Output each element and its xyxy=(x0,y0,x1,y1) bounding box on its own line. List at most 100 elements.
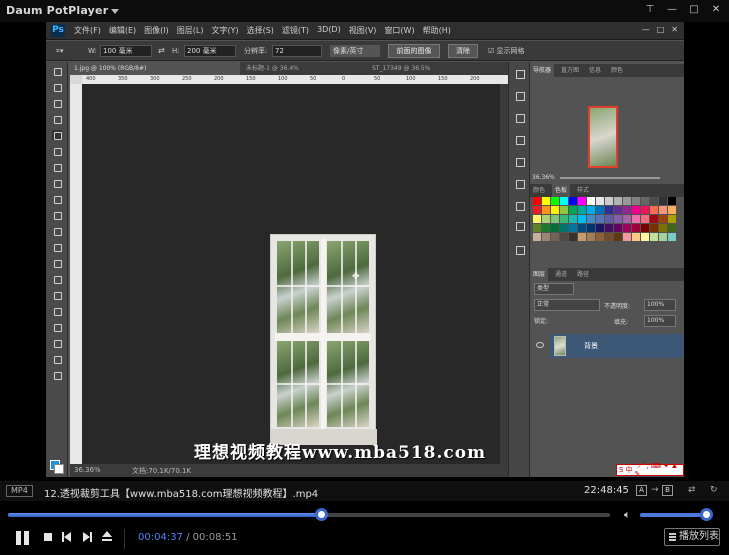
ruler-tick: 300 xyxy=(150,76,160,82)
swap-icon[interactable]: ⇄ xyxy=(688,485,696,495)
close-icon[interactable]: ✕ xyxy=(709,3,723,17)
color-swatch xyxy=(668,224,676,232)
playlist-icon xyxy=(669,533,676,541)
color-swatch xyxy=(614,233,622,241)
stop-icon[interactable] xyxy=(44,533,52,541)
window-grille xyxy=(291,241,293,427)
resolution-field: 72 xyxy=(272,45,322,57)
ruler-tick: 100 xyxy=(406,76,416,82)
seek-area: 🔈︎ xyxy=(0,503,729,523)
eye-icon xyxy=(536,342,544,348)
window-controls: ⊤ — □ ✕ xyxy=(643,3,723,17)
color-swatch xyxy=(560,206,568,214)
ps-canvas: ✥ xyxy=(82,84,500,464)
player-controls: 00:04:37 / 00:08:51 播放列表 xyxy=(0,523,729,555)
color-swatch xyxy=(533,233,541,241)
window-photo xyxy=(270,234,377,445)
width-label: W: xyxy=(88,47,97,55)
pin-icon[interactable]: ⊤ xyxy=(643,3,657,17)
player-info-bar: MP4 12.透视裁剪工具【www.mba518.com理想视频教程】.mp4 … xyxy=(0,481,729,501)
status-zoom: 36.36% xyxy=(74,466,101,474)
ruler-tick: 350 xyxy=(118,76,128,82)
color-swatch xyxy=(659,197,667,205)
navigator-zoom-slider xyxy=(560,177,660,179)
next-icon[interactable] xyxy=(82,532,92,542)
color-swatch xyxy=(542,224,550,232)
color-swatch xyxy=(623,224,631,232)
ps-document-tabs: 1.jpg @ 100% (RGB/8#) 未标题-1 @ 36.4% ST_1… xyxy=(70,62,508,75)
color-swatch xyxy=(614,197,622,205)
ps-logo: Ps xyxy=(51,24,65,37)
player-title-bar[interactable]: Daum PotPlayer ⊤ — □ ✕ xyxy=(0,0,729,22)
crop-tool-icon xyxy=(52,130,62,140)
lock-label: 锁定: xyxy=(534,318,549,325)
color-swatch xyxy=(533,197,541,205)
repeat-icon[interactable]: ↻ xyxy=(710,485,718,495)
crop-tool-icon: ⌗▾ xyxy=(56,47,64,55)
color-swatch xyxy=(542,206,550,214)
color-swatch xyxy=(650,233,658,241)
ps-panel-icon-strip xyxy=(508,62,530,477)
eject-icon[interactable] xyxy=(102,531,112,543)
tab-paths: 路径 xyxy=(577,271,590,278)
playlist-label: 播放列表 xyxy=(679,531,719,542)
maximize-icon[interactable]: □ xyxy=(687,3,701,17)
video-frame[interactable]: Ps 文件(F) 编辑(E) 图像(I) 图层(L) 文字(Y) 选择(S) 滤… xyxy=(46,22,684,477)
swap-icon: ⇄ xyxy=(158,46,165,55)
playlist-button[interactable]: 播放列表 xyxy=(664,528,720,546)
color-swatch xyxy=(578,206,586,214)
resolution-label: 分辨率: xyxy=(244,47,268,55)
navigator-tabs: 导航器 直方图 信息 颜色 xyxy=(530,64,684,77)
window-pane xyxy=(327,241,369,333)
seek-handle[interactable] xyxy=(315,508,329,521)
color-swatch xyxy=(641,206,649,214)
ab-repeat-a-button[interactable]: A xyxy=(636,485,647,496)
color-swatch xyxy=(533,215,541,223)
tab-navigator: 导航器 xyxy=(530,64,555,77)
color-swatch xyxy=(650,197,658,205)
cursor-icon: ✥ xyxy=(352,272,360,282)
color-swatch xyxy=(632,233,640,241)
volume-handle[interactable] xyxy=(700,508,714,521)
brush-preset-icon xyxy=(516,158,525,167)
previous-icon[interactable] xyxy=(62,532,72,542)
tab-info: 信息 xyxy=(589,67,602,74)
ps-menu-3d: 3D(D) xyxy=(317,25,341,34)
player-menu-button[interactable]: Daum PotPlayer xyxy=(6,4,120,17)
layer-item-background: 背景 xyxy=(550,334,684,358)
color-swatch xyxy=(632,224,640,232)
tab-styles: 样式 xyxy=(577,187,590,194)
tab-layers: 图层 xyxy=(530,268,549,281)
color-swatch xyxy=(551,215,559,223)
pause-icon[interactable] xyxy=(14,529,32,547)
ps-minimize-icon: — xyxy=(641,25,650,34)
volume-icon[interactable]: 🔈︎ xyxy=(624,508,631,522)
color-swatch xyxy=(578,197,586,205)
ruler-tick: 100 xyxy=(278,76,288,82)
fill-label: 填充: xyxy=(614,319,629,326)
color-swatch xyxy=(533,206,541,214)
color-swatch xyxy=(641,197,649,205)
play-action-icon xyxy=(516,92,525,101)
ime-toolbar: S 中 ☽ °, ⌨ ✦ ♟ ✎ xyxy=(616,462,684,477)
minimize-icon[interactable]: — xyxy=(665,3,679,17)
color-swatch xyxy=(614,206,622,214)
ab-repeat-b-button[interactable]: B xyxy=(662,485,673,496)
color-swatch xyxy=(587,224,595,232)
file-name: 12.透视裁剪工具【www.mba518.com理想视频教程】.mp4 xyxy=(44,489,319,500)
window-grille xyxy=(277,285,369,287)
ruler-tick: 0 xyxy=(342,76,346,82)
color-swatch xyxy=(578,224,586,232)
type-tool-icon xyxy=(52,306,62,316)
show-grid-checkbox: ☑ 显示网格 xyxy=(488,47,525,55)
controls-divider xyxy=(124,529,125,549)
lasso-tool-icon xyxy=(52,98,62,108)
zoom-tool-icon xyxy=(52,370,62,380)
tab-color: 颜色 xyxy=(533,187,546,194)
ime-mode-label: 中 xyxy=(625,466,633,474)
color-swatch xyxy=(587,197,595,205)
color-swatch xyxy=(641,233,649,241)
fill-field: 100% xyxy=(644,315,676,327)
layer-name: 背景 xyxy=(584,342,598,350)
color-swatch xyxy=(668,233,676,241)
